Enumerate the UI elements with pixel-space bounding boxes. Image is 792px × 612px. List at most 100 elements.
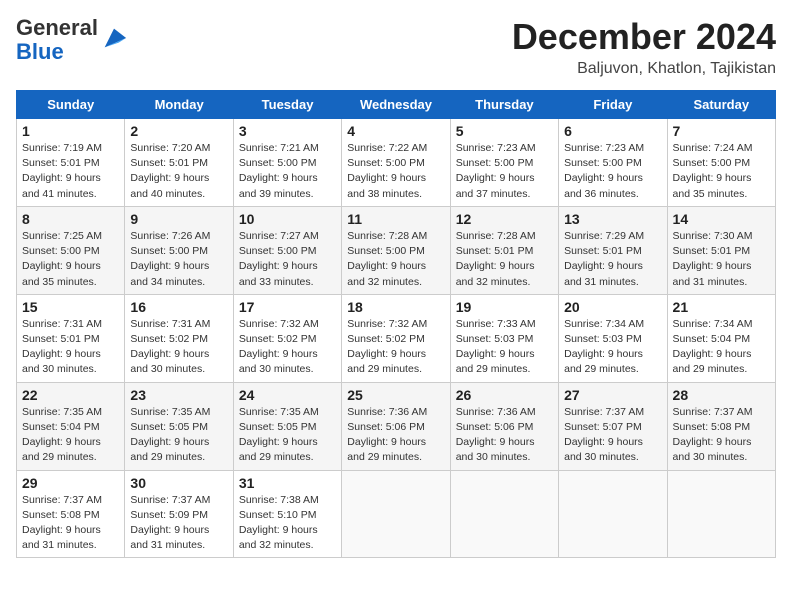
empty-cell (667, 470, 775, 558)
calendar-day-4: 4Sunrise: 7:22 AM Sunset: 5:00 PM Daylig… (342, 119, 450, 207)
title-block: December 2024 Baljuvon, Khatlon, Tajikis… (512, 16, 776, 78)
day-content: Sunrise: 7:38 AM Sunset: 5:10 PM Dayligh… (239, 493, 336, 554)
calendar-week-3: 15Sunrise: 7:31 AM Sunset: 5:01 PM Dayli… (17, 294, 776, 382)
calendar-day-12: 12 Sunrise: 7:28 AM Sunset: 5:01 PM Dayli… (450, 206, 558, 294)
day-content: Sunrise: 7:33 AM Sunset: 5:03 PM Dayligh… (456, 317, 553, 378)
empty-cell (559, 470, 667, 558)
day-number: 17 (239, 299, 336, 315)
day-number: 27 (564, 387, 661, 403)
calendar-day-24: 24 Sunrise: 7:35 AM Sunset: 5:05 PM Dayli… (233, 382, 341, 470)
calendar-day-26: 26Sunrise: 7:36 AM Sunset: 5:06 PM Dayli… (450, 382, 558, 470)
day-number: 13 (564, 211, 661, 227)
day-content: Sunrise: 7:34 AM Sunset: 5:04 PM Dayligh… (673, 317, 770, 378)
day-number: 10 (239, 211, 336, 227)
logo-general: General (16, 15, 98, 40)
empty-cell (450, 470, 558, 558)
calendar-week-5: 29Sunrise: 7:37 AM Sunset: 5:08 PM Dayli… (17, 470, 776, 558)
day-number: 23 (130, 387, 227, 403)
day-number: 11 (347, 211, 444, 227)
calendar-day-9: 9Sunrise: 7:26 AM Sunset: 5:00 PM Daylig… (125, 206, 233, 294)
day-number: 28 (673, 387, 770, 403)
day-number: 20 (564, 299, 661, 315)
calendar-day-23: 23 Sunrise: 7:35 AM Sunset: 5:05 PM Dayli… (125, 382, 233, 470)
day-content: Sunrise: 7:30 AM Sunset: 5:01 PM Dayligh… (673, 229, 770, 290)
day-content: Sunrise: 7:23 AM Sunset: 5:00 PM Dayligh… (456, 141, 553, 202)
day-content: Sunrise: 7:31 AM Sunset: 5:02 PM Dayligh… (130, 317, 227, 378)
day-number: 14 (673, 211, 770, 227)
calendar-day-16: 16 Sunrise: 7:31 AM Sunset: 5:02 PM Dayli… (125, 294, 233, 382)
day-content: Sunrise: 7:37 AM Sunset: 5:08 PM Dayligh… (22, 493, 119, 554)
logo-blue: Blue (16, 39, 64, 64)
weekday-header-tuesday: Tuesday (233, 91, 341, 119)
calendar-day-14: 14 Sunrise: 7:30 AM Sunset: 5:01 PM Dayli… (667, 206, 775, 294)
calendar-header-row: SundayMondayTuesdayWednesdayThursdayFrid… (17, 91, 776, 119)
day-content: Sunrise: 7:27 AM Sunset: 5:00 PM Dayligh… (239, 229, 336, 290)
weekday-header-thursday: Thursday (450, 91, 558, 119)
day-content: Sunrise: 7:29 AM Sunset: 5:01 PM Dayligh… (564, 229, 661, 290)
calendar-day-15: 15Sunrise: 7:31 AM Sunset: 5:01 PM Dayli… (17, 294, 125, 382)
calendar-day-17: 17 Sunrise: 7:32 AM Sunset: 5:02 PM Dayli… (233, 294, 341, 382)
calendar-day-1: 1Sunrise: 7:19 AM Sunset: 5:01 PM Daylig… (17, 119, 125, 207)
day-number: 12 (456, 211, 553, 227)
calendar-week-4: 22Sunrise: 7:35 AM Sunset: 5:04 PM Dayli… (17, 382, 776, 470)
day-number: 22 (22, 387, 119, 403)
day-content: Sunrise: 7:28 AM Sunset: 5:01 PM Dayligh… (456, 229, 553, 290)
day-number: 25 (347, 387, 444, 403)
day-content: Sunrise: 7:35 AM Sunset: 5:05 PM Dayligh… (130, 405, 227, 466)
day-content: Sunrise: 7:24 AM Sunset: 5:00 PM Dayligh… (673, 141, 770, 202)
day-number: 19 (456, 299, 553, 315)
day-number: 24 (239, 387, 336, 403)
calendar-day-10: 10 Sunrise: 7:27 AM Sunset: 5:00 PM Dayli… (233, 206, 341, 294)
day-content: Sunrise: 7:20 AM Sunset: 5:01 PM Dayligh… (130, 141, 227, 202)
day-content: Sunrise: 7:25 AM Sunset: 5:00 PM Dayligh… (22, 229, 119, 290)
day-content: Sunrise: 7:34 AM Sunset: 5:03 PM Dayligh… (564, 317, 661, 378)
weekday-header-saturday: Saturday (667, 91, 775, 119)
calendar-day-8: 8 Sunrise: 7:25 AM Sunset: 5:00 PM Daylig… (17, 206, 125, 294)
calendar-day-28: 28 Sunrise: 7:37 AM Sunset: 5:08 PM Dayli… (667, 382, 775, 470)
day-content: Sunrise: 7:35 AM Sunset: 5:05 PM Dayligh… (239, 405, 336, 466)
month-title: December 2024 (512, 16, 776, 58)
calendar-day-13: 13 Sunrise: 7:29 AM Sunset: 5:01 PM Dayli… (559, 206, 667, 294)
day-number: 21 (673, 299, 770, 315)
day-number: 4 (347, 123, 444, 139)
empty-cell (342, 470, 450, 558)
day-number: 26 (456, 387, 553, 403)
day-number: 16 (130, 299, 227, 315)
day-content: Sunrise: 7:21 AM Sunset: 5:00 PM Dayligh… (239, 141, 336, 202)
day-number: 2 (130, 123, 227, 139)
calendar-day-2: 2 Sunrise: 7:20 AM Sunset: 5:01 PM Daylig… (125, 119, 233, 207)
day-content: Sunrise: 7:19 AM Sunset: 5:01 PM Dayligh… (22, 141, 119, 202)
day-content: Sunrise: 7:36 AM Sunset: 5:06 PM Dayligh… (347, 405, 444, 466)
calendar-day-22: 22Sunrise: 7:35 AM Sunset: 5:04 PM Dayli… (17, 382, 125, 470)
day-content: Sunrise: 7:37 AM Sunset: 5:08 PM Dayligh… (673, 405, 770, 466)
calendar-day-5: 5 Sunrise: 7:23 AM Sunset: 5:00 PM Daylig… (450, 119, 558, 207)
day-content: Sunrise: 7:32 AM Sunset: 5:02 PM Dayligh… (239, 317, 336, 378)
calendar-week-2: 8 Sunrise: 7:25 AM Sunset: 5:00 PM Daylig… (17, 206, 776, 294)
calendar-day-3: 3 Sunrise: 7:21 AM Sunset: 5:00 PM Daylig… (233, 119, 341, 207)
calendar-day-7: 7 Sunrise: 7:24 AM Sunset: 5:00 PM Daylig… (667, 119, 775, 207)
day-content: Sunrise: 7:28 AM Sunset: 5:00 PM Dayligh… (347, 229, 444, 290)
day-number: 31 (239, 475, 336, 491)
calendar-day-11: 11 Sunrise: 7:28 AM Sunset: 5:00 PM Dayli… (342, 206, 450, 294)
day-content: Sunrise: 7:32 AM Sunset: 5:02 PM Dayligh… (347, 317, 444, 378)
day-number: 9 (130, 211, 227, 227)
day-number: 8 (22, 211, 119, 227)
day-content: Sunrise: 7:23 AM Sunset: 5:00 PM Dayligh… (564, 141, 661, 202)
weekday-header-wednesday: Wednesday (342, 91, 450, 119)
day-number: 18 (347, 299, 444, 315)
calendar-day-21: 21 Sunrise: 7:34 AM Sunset: 5:04 PM Dayli… (667, 294, 775, 382)
location: Baljuvon, Khatlon, Tajikistan (512, 60, 776, 78)
calendar-day-19: 19 Sunrise: 7:33 AM Sunset: 5:03 PM Dayli… (450, 294, 558, 382)
calendar-day-27: 27 Sunrise: 7:37 AM Sunset: 5:07 PM Dayli… (559, 382, 667, 470)
day-content: Sunrise: 7:37 AM Sunset: 5:07 PM Dayligh… (564, 405, 661, 466)
day-content: Sunrise: 7:37 AM Sunset: 5:09 PM Dayligh… (130, 493, 227, 554)
calendar-day-6: 6 Sunrise: 7:23 AM Sunset: 5:00 PM Daylig… (559, 119, 667, 207)
calendar-day-30: 30 Sunrise: 7:37 AM Sunset: 5:09 PM Dayli… (125, 470, 233, 558)
calendar-day-18: 18 Sunrise: 7:32 AM Sunset: 5:02 PM Dayli… (342, 294, 450, 382)
day-number: 30 (130, 475, 227, 491)
calendar-day-31: 31 Sunrise: 7:38 AM Sunset: 5:10 PM Dayli… (233, 470, 341, 558)
day-number: 5 (456, 123, 553, 139)
day-number: 7 (673, 123, 770, 139)
day-number: 6 (564, 123, 661, 139)
day-number: 3 (239, 123, 336, 139)
